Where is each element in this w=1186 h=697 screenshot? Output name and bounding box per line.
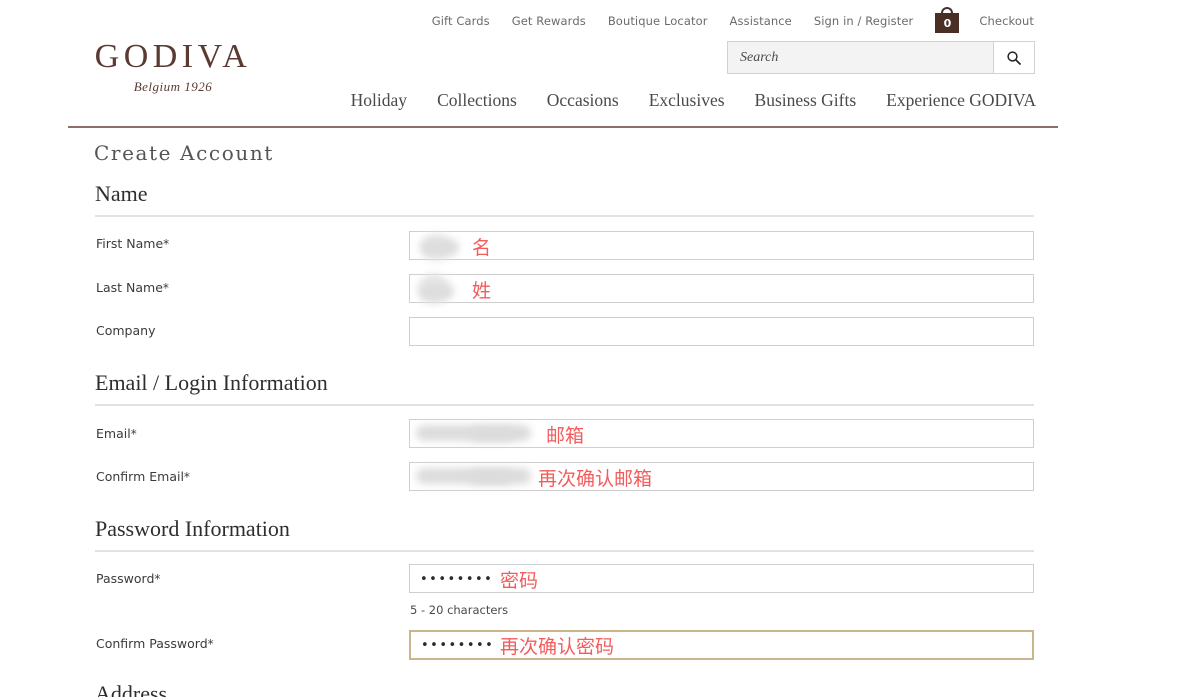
- search-box: [727, 41, 1035, 74]
- utility-nav: Gift Cards Get Rewards Boutique Locator …: [0, 7, 1058, 33]
- section-heading-name: Name: [95, 181, 148, 206]
- utility-link-assistance[interactable]: Assistance: [730, 14, 792, 28]
- nav-item-business-gifts[interactable]: Business Gifts: [755, 90, 857, 111]
- utility-link-sign-in-register[interactable]: Sign in / Register: [814, 14, 914, 28]
- redacted-value-blob: [421, 286, 453, 298]
- annotation-confirm-password: 再次确认密码: [500, 636, 615, 658]
- input-first-name[interactable]: [409, 231, 1034, 260]
- bag-handle: [941, 7, 954, 14]
- redacted-value-blob: [423, 241, 458, 254]
- input-confirm-email[interactable]: [409, 462, 1034, 491]
- godiva-logo[interactable]: GODIVA Belgium 1926: [93, 40, 253, 95]
- nav-item-collections[interactable]: Collections: [437, 90, 517, 111]
- utility-link-boutique-locator[interactable]: Boutique Locator: [608, 14, 708, 28]
- section-divider-name: [95, 215, 1034, 217]
- nav-item-occasions[interactable]: Occasions: [547, 90, 619, 111]
- label-last-name: Last Name*: [96, 280, 169, 295]
- search-icon: [1007, 50, 1022, 65]
- cart-count: 0: [943, 16, 952, 30]
- annotation-password: 密码: [500, 570, 539, 592]
- password-hint: 5 - 20 characters: [410, 603, 509, 617]
- annotation-last-name: 姓: [472, 280, 492, 302]
- label-confirm-password: Confirm Password*: [96, 636, 214, 651]
- label-email: Email*: [96, 426, 137, 441]
- nav-item-experience-godiva[interactable]: Experience GODIVA: [886, 90, 1036, 111]
- label-first-name: First Name*: [96, 236, 169, 251]
- search-input[interactable]: [728, 42, 993, 73]
- annotation-first-name: 名: [472, 237, 492, 259]
- password-masked-value: ••••••••: [420, 572, 494, 587]
- section-divider-password: [95, 550, 1034, 552]
- label-password: Password*: [96, 571, 160, 586]
- shopping-bag-icon[interactable]: 0: [935, 7, 960, 33]
- section-heading-address: Address: [95, 681, 168, 697]
- redacted-value-blob: [470, 470, 512, 484]
- input-last-name[interactable]: [409, 274, 1034, 304]
- nav-item-exclusives[interactable]: Exclusives: [649, 90, 725, 111]
- header-divider: [68, 126, 1058, 128]
- checkout-link[interactable]: Checkout: [979, 14, 1034, 28]
- confirm-password-masked-value: ••••••••: [421, 638, 495, 653]
- label-confirm-email-text: Confirm Email: [96, 469, 184, 484]
- label-email-text: Email: [96, 426, 131, 441]
- label-last-name-text: Last Name: [96, 280, 163, 295]
- cart-group: 0 Checkout: [935, 7, 1034, 33]
- input-email[interactable]: [409, 419, 1034, 448]
- annotation-email: 邮箱: [546, 425, 585, 447]
- required-marker: *: [183, 470, 190, 484]
- search-button[interactable]: [993, 42, 1034, 73]
- label-password-text: Password: [96, 571, 155, 586]
- input-company[interactable]: [409, 317, 1034, 346]
- required-marker: *: [154, 572, 161, 586]
- annotation-confirm-email: 再次确认邮箱: [538, 468, 653, 490]
- label-confirm-password-text: Confirm Password: [96, 636, 208, 651]
- section-heading-email: Email / Login Information: [95, 370, 328, 395]
- label-company: Company: [96, 323, 155, 338]
- label-confirm-email: Confirm Email*: [96, 469, 190, 484]
- utility-link-gift-cards[interactable]: Gift Cards: [432, 14, 490, 28]
- required-marker: *: [163, 237, 170, 251]
- utility-link-get-rewards[interactable]: Get Rewards: [512, 14, 586, 28]
- logo-wordmark: GODIVA: [94, 38, 252, 75]
- section-heading-password: Password Information: [95, 516, 290, 541]
- godiva-create-account-page: Gift Cards Get Rewards Boutique Locator …: [0, 0, 1186, 697]
- redacted-value-blob: [472, 427, 514, 441]
- label-first-name-text: First Name: [96, 236, 164, 251]
- page-title: Create Account: [94, 141, 274, 165]
- required-marker: *: [162, 281, 169, 295]
- required-marker: *: [130, 427, 137, 441]
- label-company-text: Company: [96, 323, 156, 338]
- nav-item-holiday[interactable]: Holiday: [351, 90, 407, 111]
- main-nav: Holiday Collections Occasions Exclusives…: [0, 90, 1058, 111]
- section-divider-email: [95, 404, 1034, 406]
- required-marker: *: [207, 637, 214, 651]
